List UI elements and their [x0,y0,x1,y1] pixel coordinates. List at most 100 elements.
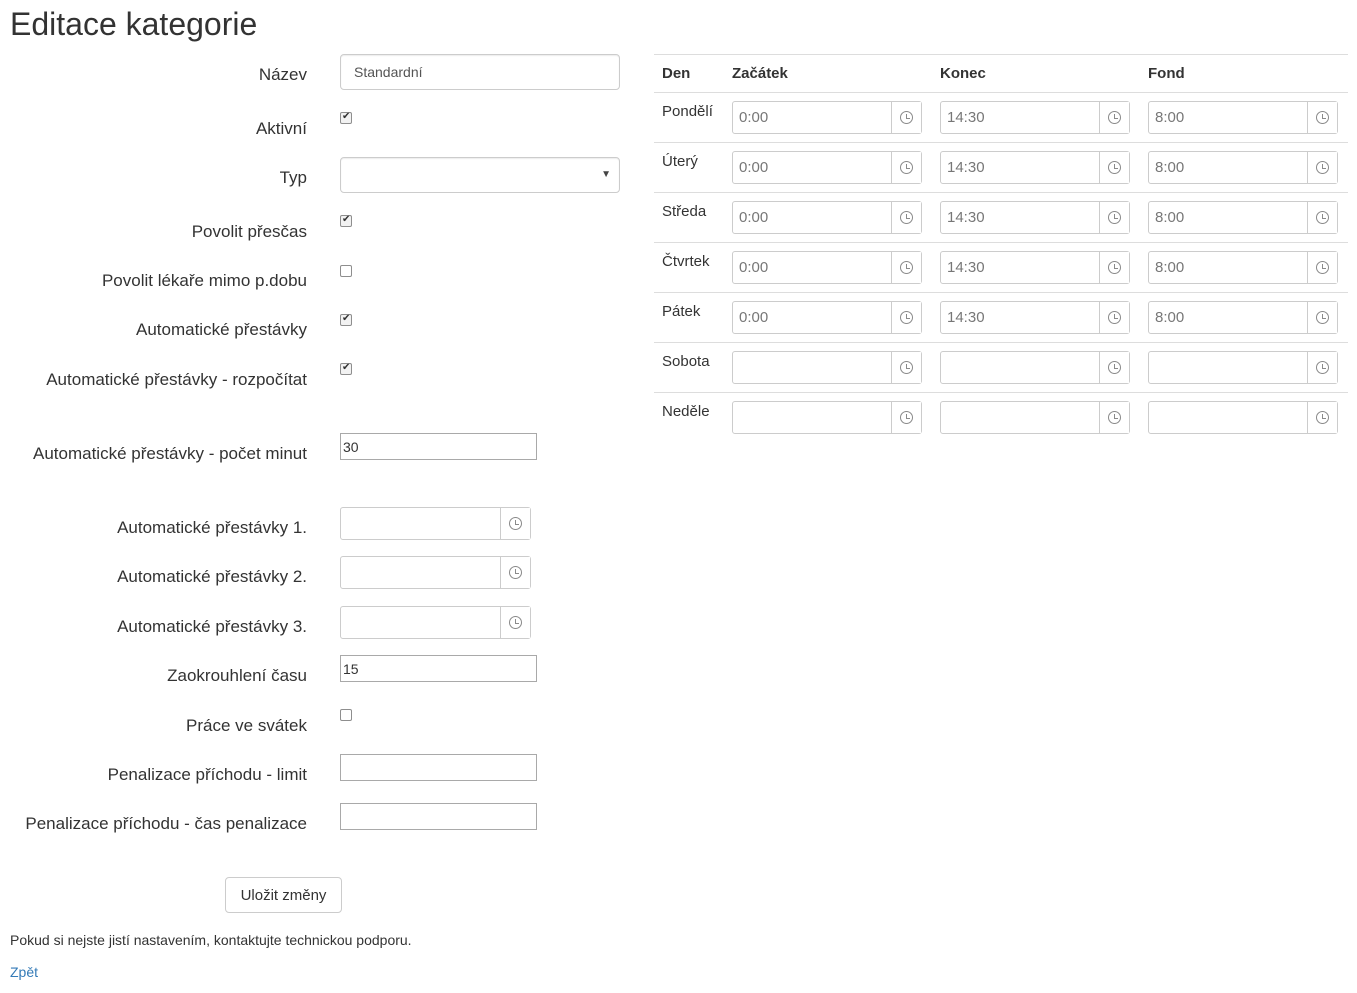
time-input-start[interactable]: 0:00 [732,251,922,284]
type-label: Typ [279,168,307,187]
row-separator [654,92,1348,93]
clock-button[interactable] [892,202,921,233]
clock-button[interactable] [1100,152,1129,183]
clock-button[interactable] [1100,352,1129,383]
page-title: Editace kategorie [10,6,258,42]
time-input-end[interactable]: 14:30 [940,101,1130,134]
auto-break3-value[interactable] [341,607,501,638]
clock-button[interactable] [1308,402,1337,433]
penalty-limit-input[interactable] [340,754,537,781]
time-value-end[interactable] [941,402,1100,433]
clock-icon [1108,211,1121,224]
time-value-start[interactable]: 0:00 [733,252,892,283]
clock-button[interactable] [1308,202,1337,233]
clock-button[interactable] [1308,152,1337,183]
auto-break3-time-input[interactable] [340,606,531,639]
time-value-fund[interactable] [1149,352,1308,383]
clock-button[interactable] [1100,402,1129,433]
clock-button[interactable] [1308,252,1337,283]
auto-breaks-checkbox[interactable] [340,312,352,326]
penalty-time-input[interactable] [340,803,537,830]
overtime-checkbox[interactable] [340,213,352,227]
holiday-work-checkbox[interactable] [340,709,352,721]
clock-button[interactable] [1100,202,1129,233]
time-value-fund[interactable]: 8:00 [1149,152,1308,183]
clock-button[interactable] [1100,302,1129,333]
back-link[interactable]: Zpět [10,964,38,980]
auto-break2-clock-button[interactable] [501,557,530,588]
auto-break1-time-input[interactable] [340,507,531,540]
time-input-fund[interactable]: 8:00 [1148,101,1338,134]
auto-break1-clock-button[interactable] [501,508,530,539]
auto-break3-clock-button[interactable] [501,607,530,638]
clock-button[interactable] [892,102,921,133]
time-value-start[interactable] [733,352,892,383]
time-input-end[interactable]: 14:30 [940,251,1130,284]
time-value-start[interactable]: 0:00 [733,102,892,133]
time-value-end[interactable]: 14:30 [941,252,1100,283]
clock-button[interactable] [1100,102,1129,133]
time-value-fund[interactable]: 8:00 [1149,302,1308,333]
time-input-start[interactable] [732,351,922,384]
time-value-fund[interactable]: 8:00 [1149,252,1308,283]
rounding-input[interactable] [340,655,537,682]
time-input-end[interactable] [940,401,1130,434]
clock-button[interactable] [1308,352,1337,383]
clock-button[interactable] [1308,302,1337,333]
header-day: Den [662,65,691,82]
doctor-checkbox[interactable] [340,265,352,277]
time-input-end[interactable]: 14:30 [940,301,1130,334]
clock-button[interactable] [1308,102,1337,133]
day-label: Čtvrtek [662,253,710,270]
time-input-fund[interactable]: 8:00 [1148,201,1338,234]
time-value-fund[interactable] [1149,402,1308,433]
auto-break3-label: Automatické přestávky 3. [117,617,307,636]
time-input-fund[interactable]: 8:00 [1148,301,1338,334]
time-value-start[interactable] [733,402,892,433]
time-input-fund[interactable] [1148,351,1338,384]
clock-button[interactable] [892,152,921,183]
time-input-start[interactable] [732,401,922,434]
active-checkbox[interactable] [340,110,352,124]
time-value-end[interactable]: 14:30 [941,202,1100,233]
auto-break2-value[interactable] [341,557,501,588]
time-input-fund[interactable] [1148,401,1338,434]
time-input-end[interactable]: 14:30 [940,151,1130,184]
auto-breaks-split-checkbox[interactable] [340,361,352,375]
time-value-fund[interactable]: 8:00 [1149,202,1308,233]
time-input-end[interactable]: 14:30 [940,201,1130,234]
name-input[interactable] [340,54,620,90]
auto-break2-time-input[interactable] [340,556,531,589]
time-value-end[interactable]: 14:30 [941,102,1100,133]
clock-button[interactable] [892,352,921,383]
time-value-end[interactable]: 14:30 [941,302,1100,333]
time-input-start[interactable]: 0:00 [732,151,922,184]
auto-breaks-minutes-input[interactable] [340,433,537,460]
time-input-end[interactable] [940,351,1130,384]
time-value-start[interactable]: 0:00 [733,152,892,183]
time-input-fund[interactable]: 8:00 [1148,151,1338,184]
time-value-end[interactable] [941,352,1100,383]
time-value-start[interactable]: 0:00 [733,202,892,233]
auto-break1-value[interactable] [341,508,501,539]
chevron-down-icon: ▼ [601,169,611,180]
time-input-start[interactable]: 0:00 [732,201,922,234]
clock-button[interactable] [1100,252,1129,283]
clock-button[interactable] [892,252,921,283]
time-value-end[interactable]: 14:30 [941,152,1100,183]
save-button[interactable]: Uložit změny [225,877,342,913]
clock-icon [900,361,913,374]
time-input-start[interactable]: 0:00 [732,301,922,334]
time-value-start[interactable]: 0:00 [733,302,892,333]
type-select[interactable]: ▼ [340,157,620,193]
clock-icon [1108,161,1121,174]
clock-icon [509,566,522,579]
clock-icon [1108,261,1121,274]
time-input-fund[interactable]: 8:00 [1148,251,1338,284]
clock-icon [1316,261,1329,274]
support-note: Pokud si nejste jistí nastavením, kontak… [10,932,412,948]
time-input-start[interactable]: 0:00 [732,101,922,134]
time-value-fund[interactable]: 8:00 [1149,102,1308,133]
clock-button[interactable] [892,302,921,333]
clock-button[interactable] [892,402,921,433]
